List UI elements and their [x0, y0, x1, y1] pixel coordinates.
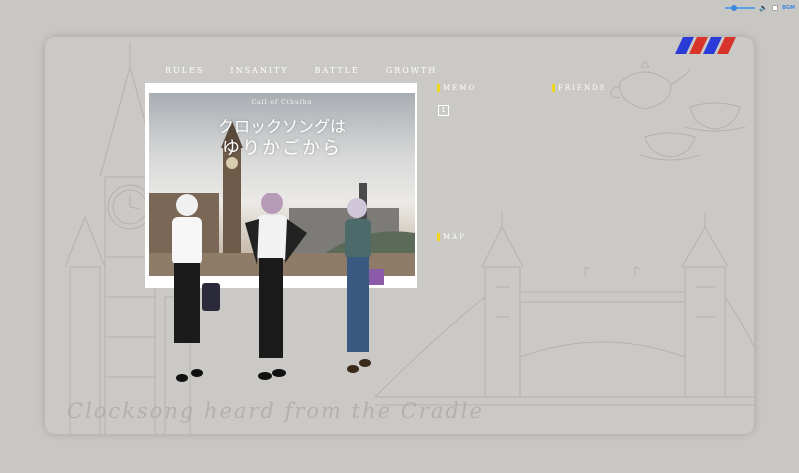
bgm-controls: 🔈 BGM: [725, 3, 795, 13]
memo-label: MEMO: [443, 84, 477, 92]
main-nav: RULES INSANITY BATTLE GROWTH: [165, 66, 437, 75]
caption-text: Clocksong heard from the Cradle: [67, 399, 484, 423]
nav-insanity[interactable]: INSANITY: [230, 66, 288, 75]
friends-header: FRIENDS: [552, 84, 607, 92]
bgm-toggle[interactable]: [772, 5, 779, 11]
map-accent-bar: [437, 233, 440, 241]
nav-rules[interactable]: RULES: [165, 66, 204, 75]
nav-battle[interactable]: BATTLE: [315, 66, 360, 75]
volume-slider[interactable]: [725, 5, 756, 11]
nav-growth[interactable]: GROWTH: [386, 66, 438, 75]
character-middle: [245, 193, 307, 380]
character-left: [172, 194, 220, 382]
friends-label: FRIENDS: [558, 84, 607, 92]
speaker-icon[interactable]: 🔈: [759, 4, 768, 12]
hero-subtitle: Call of Cthulhu: [251, 99, 313, 106]
memo-item-1[interactable]: 1: [438, 105, 449, 116]
hero-title-line2: ゆりかごから: [222, 138, 342, 159]
character-right: [345, 198, 384, 373]
bgm-label: BGM: [782, 5, 795, 11]
character-group: [172, 193, 384, 382]
memo-header: MEMO: [437, 84, 476, 92]
map-header: MAP: [437, 233, 466, 241]
memo-accent-bar: [437, 84, 440, 92]
flag-stripes: [675, 37, 736, 54]
map-label: MAP: [443, 233, 466, 241]
main-card: RULES INSANITY BATTLE GROWTH Call of Cth…: [45, 37, 754, 434]
friends-accent-bar: [552, 84, 555, 92]
